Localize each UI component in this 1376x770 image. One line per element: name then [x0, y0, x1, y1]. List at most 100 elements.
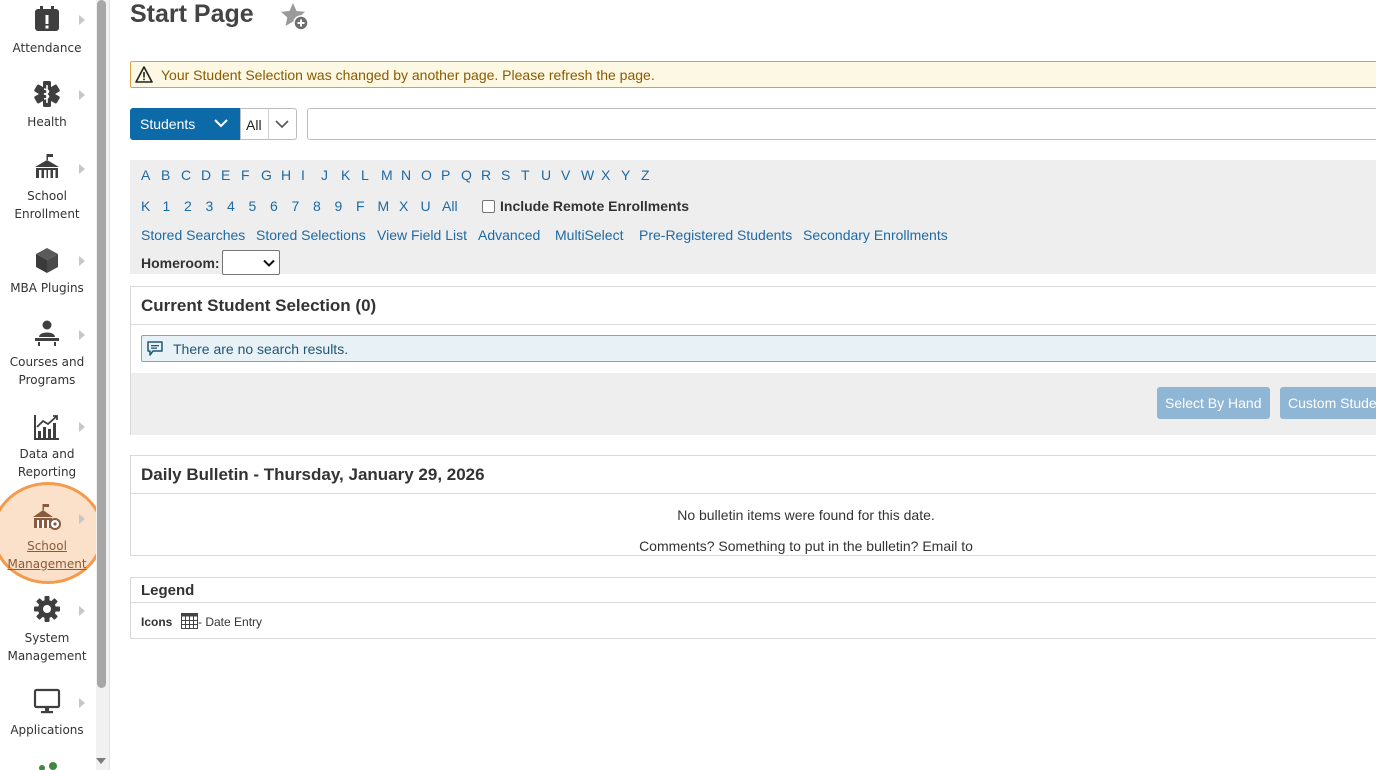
legend-date-entry-text: - Date Entry	[198, 615, 263, 629]
select-by-hand-button[interactable]: Select By Hand	[1157, 387, 1270, 419]
sidebar-nav: Attendance Health School Enrollment MBA …	[0, 0, 96, 770]
letter-filter-link[interactable]: U	[541, 167, 561, 183]
chevron-down-icon	[214, 119, 228, 128]
link-view-field-list[interactable]: View Field List	[377, 227, 467, 243]
gear-icon	[34, 596, 60, 622]
letter-filter-link[interactable]: D	[201, 167, 221, 183]
grade-filter-link[interactable]: X	[399, 198, 421, 214]
sidebar-item-label: Management	[7, 557, 87, 571]
sidebar-item-courses-programs[interactable]: Courses and Programs	[0, 316, 96, 396]
link-stored-searches[interactable]: Stored Searches	[141, 227, 245, 243]
letter-filter-link[interactable]: Y	[621, 167, 641, 183]
comment-icon	[147, 341, 163, 356]
search-type-dropdown[interactable]: Students	[130, 108, 240, 140]
letter-filter-link[interactable]: H	[281, 167, 301, 183]
chevron-down-icon	[263, 259, 275, 267]
grade-filter-link[interactable]: 9	[335, 198, 357, 214]
grade-filter-link[interactable]: M	[378, 198, 400, 214]
sidebar-item-applications[interactable]: Applications	[0, 684, 96, 746]
sidebar-item-system-management[interactable]: System Management	[0, 592, 96, 672]
letter-filter-link[interactable]: L	[361, 167, 381, 183]
grade-filter-link[interactable]: 5	[249, 198, 271, 214]
warning-alert: Your Student Selection was changed by an…	[130, 61, 1376, 88]
letter-filter-link[interactable]: C	[181, 167, 201, 183]
letter-filter-link[interactable]: G	[261, 167, 281, 183]
chevron-right-icon	[79, 90, 85, 100]
grade-filter-link[interactable]: U	[421, 198, 443, 214]
current-selection-panel: Current Student Selection (0) There are …	[130, 286, 1376, 435]
grade-filter-link[interactable]: K	[141, 198, 163, 214]
letter-filter-link[interactable]: B	[161, 167, 181, 183]
letter-filter-link[interactable]: Q	[461, 167, 481, 183]
grade-filter-link[interactable]: 7	[292, 198, 314, 214]
bulletin-empty-text: No bulletin items were found for this da…	[677, 507, 935, 523]
sidebar-item-label: Data and	[19, 447, 75, 461]
grade-filter-link[interactable]: 4	[227, 198, 249, 214]
grade-filter-link[interactable]: 2	[184, 198, 206, 214]
homeroom-select[interactable]	[222, 250, 280, 275]
search-type-label: Students	[140, 116, 196, 132]
letter-filter-link[interactable]: T	[521, 167, 541, 183]
grade-filter-link[interactable]: 6	[270, 198, 292, 214]
sidebar-item-label: Programs	[18, 373, 76, 387]
letter-filter-link[interactable]: P	[441, 167, 461, 183]
grade-filter-link[interactable]: All	[442, 198, 470, 214]
sidebar-item-attendance[interactable]: Attendance	[0, 0, 96, 62]
legend-panel: Legend Icons - Date Entry	[130, 577, 1376, 639]
letter-filter-link[interactable]: S	[501, 167, 521, 183]
link-secondary-enrollments[interactable]: Secondary Enrollments	[803, 227, 948, 243]
letter-filter-link[interactable]: F	[241, 167, 261, 183]
letter-filter-link[interactable]: Z	[641, 167, 661, 183]
link-advanced[interactable]: Advanced	[478, 227, 540, 243]
sidebar-item-health[interactable]: Health	[0, 76, 96, 138]
chevron-down-icon	[275, 120, 289, 129]
link-stored-selections[interactable]: Stored Selections	[256, 227, 366, 243]
letter-filter-link[interactable]: V	[561, 167, 581, 183]
chevron-right-icon	[79, 422, 85, 432]
link-multiselect[interactable]: MultiSelect	[555, 227, 623, 243]
health-icon	[34, 81, 60, 107]
search-scope-select[interactable]: All	[240, 108, 297, 140]
letter-filter-link[interactable]: A	[141, 167, 161, 183]
legend-icons-label: Icons	[141, 615, 173, 629]
sidebar-item-school-management[interactable]: School Management	[0, 500, 96, 580]
daily-bulletin-panel: Daily Bulletin - Thursday, January 29, 2…	[130, 455, 1376, 556]
letter-filter-link[interactable]: W	[581, 167, 601, 183]
warning-text: Your Student Selection was changed by an…	[161, 67, 655, 83]
homeroom-label: Homeroom:	[141, 255, 220, 271]
selection-actions: Select By Hand Custom Stude	[131, 373, 1376, 435]
sidebar-item-label: Management	[7, 649, 87, 663]
grade-filter-link[interactable]: 3	[206, 198, 228, 214]
letter-filter-link[interactable]: I	[301, 167, 321, 183]
grade-filter-link[interactable]: 8	[313, 198, 335, 214]
letter-filter-link[interactable]: X	[601, 167, 621, 183]
letter-filter-link[interactable]: M	[381, 167, 401, 183]
divider	[131, 493, 1376, 494]
sidebar-item-data-reporting[interactable]: Data and Reporting	[0, 408, 96, 488]
letter-filter-row: ABCDEFGHIJKLMNOPQRSTUVWXYZ	[141, 167, 661, 183]
letter-filter-link[interactable]: K	[341, 167, 361, 183]
sidebar-item-label: Health	[27, 115, 67, 129]
sidebar-item-label: Enrollment	[14, 207, 80, 221]
star-add-icon[interactable]	[280, 2, 310, 32]
scroll-down-arrow-icon[interactable]	[96, 758, 106, 764]
custom-student-button[interactable]: Custom Stude	[1280, 387, 1376, 419]
sidebar-item-mba-plugins[interactable]: MBA Plugins	[0, 242, 96, 304]
sidebar-item-label: Courses and	[9, 355, 85, 369]
grade-filter-link[interactable]: 1	[163, 198, 185, 214]
teacher-icon	[35, 320, 59, 346]
search-input[interactable]	[307, 108, 1376, 140]
calendar-grid-icon	[181, 613, 198, 629]
grade-filter-link[interactable]: F	[356, 198, 378, 214]
info-text: There are no search results.	[173, 341, 349, 357]
cube-icon	[36, 248, 58, 273]
letter-filter-link[interactable]: E	[221, 167, 241, 183]
remote-enrollments-checkbox[interactable]	[482, 200, 495, 213]
letter-filter-link[interactable]: R	[481, 167, 501, 183]
sidebar-item-school-enrollment[interactable]: School Enrollment	[0, 150, 96, 230]
link-pre-registered-students[interactable]: Pre-Registered Students	[639, 227, 792, 243]
letter-filter-link[interactable]: N	[401, 167, 421, 183]
sidebar-scroll-thumb[interactable]	[97, 0, 106, 688]
letter-filter-link[interactable]: J	[321, 167, 341, 183]
letter-filter-link[interactable]: O	[421, 167, 441, 183]
